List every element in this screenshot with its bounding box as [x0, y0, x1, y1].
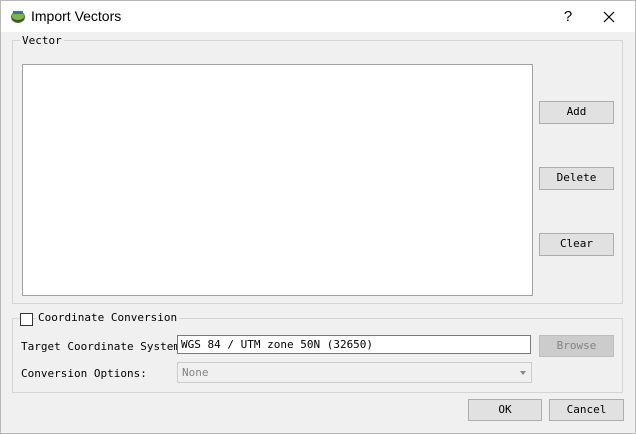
chevron-down-icon [520, 371, 526, 375]
help-button[interactable]: ? [556, 5, 580, 29]
cancel-button[interactable]: Cancel [549, 399, 624, 421]
target-coordinate-system-field[interactable]: WGS 84 / UTM zone 50N (32650) [177, 335, 531, 354]
window-title: Import Vectors [31, 8, 122, 24]
title-bar[interactable]: Import Vectors ? [1, 1, 635, 32]
clear-button[interactable]: Clear [539, 233, 614, 256]
coordinate-conversion-checkbox[interactable] [20, 313, 33, 326]
ok-button[interactable]: OK [468, 399, 542, 421]
app-globe-icon [11, 11, 25, 23]
browse-button[interactable]: Browse [539, 335, 614, 357]
conversion-options-select[interactable]: None [177, 362, 532, 383]
close-icon[interactable] [599, 7, 619, 27]
add-button[interactable]: Add [539, 101, 614, 124]
conversion-options-label: Conversion Options: [21, 367, 147, 380]
coordinate-conversion-label[interactable]: Coordinate Conversion [36, 311, 180, 325]
vector-group-legend: Vector [20, 34, 64, 47]
conversion-options-value: None [182, 366, 209, 379]
delete-button[interactable]: Delete [539, 167, 614, 190]
target-coordinate-system-label: Target Coordinate System: [21, 340, 187, 353]
vector-list[interactable] [22, 64, 533, 296]
